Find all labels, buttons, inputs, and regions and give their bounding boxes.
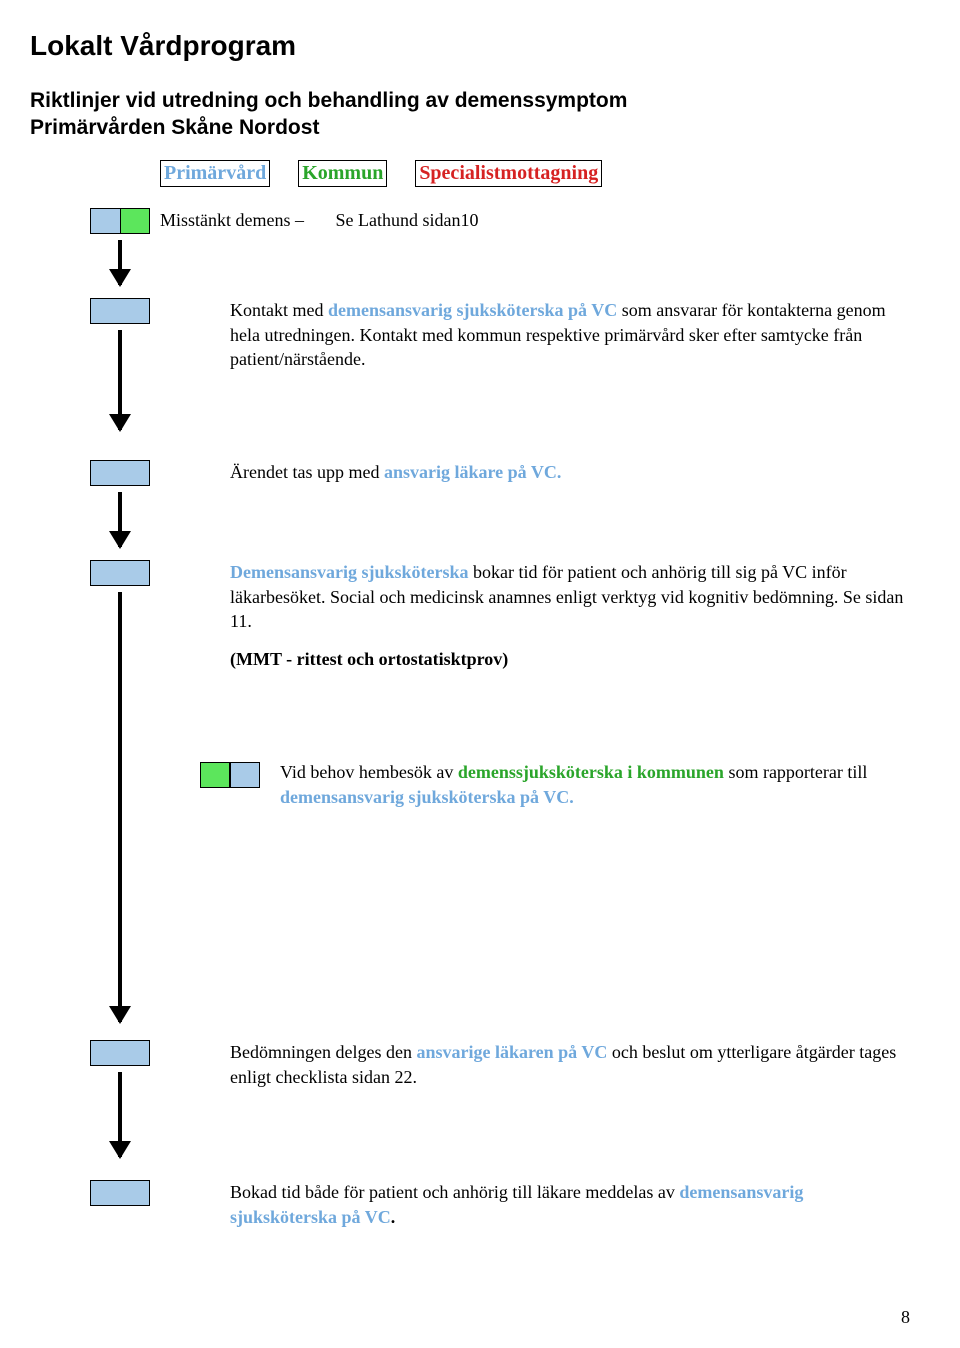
flow-box-icon — [90, 460, 150, 486]
flow-container: Primärvård Kommun Specialistmottagning M… — [90, 160, 910, 187]
flow-box-icon — [90, 560, 150, 586]
flow-box-icon — [90, 298, 150, 324]
text: Misstänkt demens – — [160, 210, 309, 230]
step-text: Bokad tid både för patient och anhörig t… — [230, 1180, 910, 1229]
text: . — [391, 1207, 396, 1227]
arrow-down-icon — [118, 330, 122, 430]
text: Bedömningen delges den — [230, 1042, 416, 1062]
subtitle-line-1: Riktlinjer vid utredning och behandling … — [30, 88, 910, 114]
flow-box-blue-icon — [230, 762, 260, 788]
step-text: Demensansvarig sjuksköterska bokar tid f… — [230, 560, 910, 671]
highlight-primarvard: ansvarige läkaren på VC — [416, 1042, 607, 1062]
text: Se Lathund sidan10 — [336, 210, 479, 230]
legend-specialist: Specialistmottagning — [415, 160, 602, 187]
legend-kommun: Kommun — [298, 160, 387, 187]
legend-row: Primärvård Kommun Specialistmottagning — [160, 160, 910, 187]
highlight-kommun: demenssjuksköterska i kommunen — [458, 762, 724, 782]
arrow-down-icon — [118, 492, 122, 547]
flow-box-icon — [120, 208, 150, 234]
highlight-primarvard: demensansvarig sjuksköterska på VC. — [280, 787, 574, 807]
text: Kontakt med — [230, 300, 328, 320]
arrow-down-icon — [118, 592, 122, 1022]
text: Ärendet tas upp med — [230, 462, 384, 482]
step-nested: Vid behov hembesök av demenssjukskötersk… — [270, 760, 910, 809]
text: Vid behov hembesök av — [280, 762, 458, 782]
step-text: Misstänkt demens – Se Lathund sidan10 — [160, 208, 478, 232]
subtitle-line-2: Primärvården Skåne Nordost — [30, 116, 910, 140]
flow-box-green-icon — [200, 762, 230, 788]
step-text: Ärendet tas upp med ansvarig läkare på V… — [230, 460, 910, 484]
legend-primarvard: Primärvård — [160, 160, 270, 187]
highlight-primarvard: demensansvarig sjuksköterska på VC — [328, 300, 617, 320]
flow-box-icon — [90, 1040, 150, 1066]
step-text: Kontakt med demensansvarig sjuksköterska… — [230, 298, 910, 371]
page-title: Lokalt Vårdprogram — [30, 30, 910, 62]
step-text: Bedömningen delges den ansvarige läkaren… — [230, 1040, 910, 1089]
text: som rapporterar till — [724, 762, 867, 782]
flow-box-pair-icon — [200, 762, 260, 788]
flow-box-icon — [90, 1180, 150, 1206]
step-text: Vid behov hembesök av demenssjukskötersk… — [280, 760, 910, 809]
page-number: 8 — [901, 1307, 910, 1328]
arrow-down-icon — [118, 1072, 122, 1157]
text: Bokad tid både för patient och anhörig t… — [230, 1182, 679, 1202]
highlight-primarvard: ansvarig läkare på VC. — [384, 462, 561, 482]
arrow-down-icon — [118, 240, 122, 285]
text-bold: (MMT - rittest och ortostatisktprov) — [230, 649, 508, 669]
highlight-primarvard: Demensansvarig sjuksköterska — [230, 562, 469, 582]
